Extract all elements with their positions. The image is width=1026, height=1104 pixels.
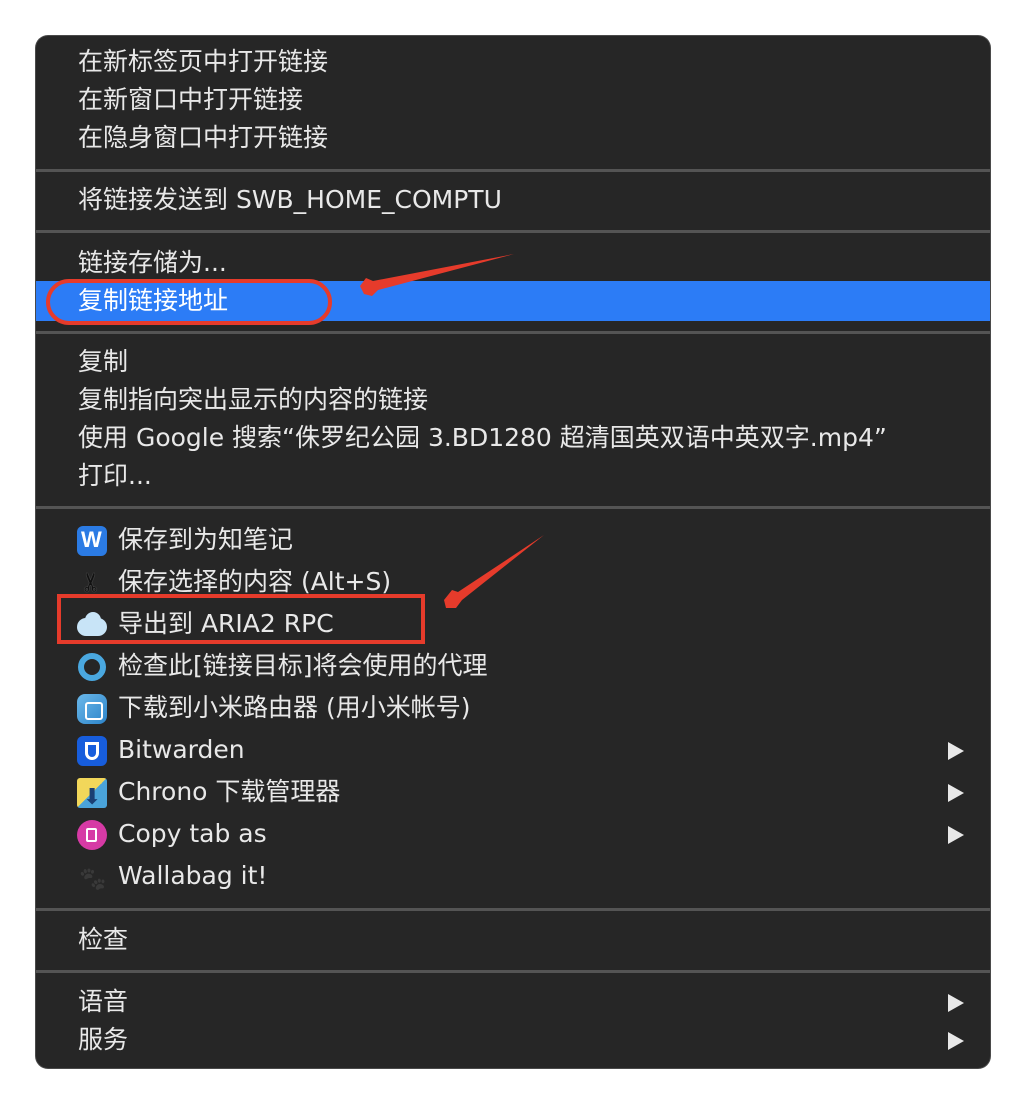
menu-separator [36,908,990,911]
menu-separator [36,506,990,509]
menu-item-label: 复制指向突出显示的内容的链接 [78,385,429,414]
bitwarden-shield-icon [77,736,107,766]
menu-item-bitwarden[interactable]: Bitwarden [36,730,990,770]
proxy-ring-icon [77,652,107,682]
context-menu: 在新标签页中打开链接 在新窗口中打开链接 在隐身窗口中打开链接 将链接发送到 S… [36,36,990,1068]
menu-item-label: 语音 [78,987,129,1016]
menu-item-save-link-as[interactable]: 链接存储为... [36,243,990,283]
menu-item-label: 在隐身窗口中打开链接 [78,123,329,152]
menu-item-label: 打印... [78,461,152,490]
menu-item-label: Bitwarden [118,735,245,764]
submenu-arrow-icon [948,994,964,1012]
menu-item-services[interactable]: 服务 [36,1020,990,1060]
menu-item-google-search[interactable]: 使用 Google 搜索“侏罗纪公园 3.BD1280 超清国英双语中英双字.m… [36,418,990,458]
copy-tab-icon [77,820,107,850]
chrono-download-icon [77,778,107,818]
menu-item-inspect[interactable]: 检查 [36,920,990,960]
wallabag-icon [77,862,107,892]
menu-item-speech[interactable]: 语音 [36,982,990,1022]
menu-item-open-in-new-window[interactable]: 在新窗口中打开链接 [36,80,990,120]
submenu-arrow-icon [948,1032,964,1050]
menu-item-label: 将链接发送到 SWB_HOME_COMPTU [78,185,502,214]
menu-item-label: 检查此[链接目标]将会使用的代理 [118,651,488,680]
menu-item-copy-tab-as[interactable]: Copy tab as [36,814,990,854]
menu-item-label: 在新窗口中打开链接 [78,85,304,114]
menu-item-label: Wallabag it! [118,861,268,890]
menu-item-label: Chrono 下载管理器 [118,777,341,806]
menu-item-open-in-new-tab[interactable]: 在新标签页中打开链接 [36,42,990,82]
menu-item-check-proxy[interactable]: 检查此[链接目标]将会使用的代理 [36,646,990,686]
menu-item-label: 保存到为知笔记 [118,525,294,554]
menu-item-label: Copy tab as [118,819,267,848]
menu-separator [36,970,990,973]
menu-item-wallabag[interactable]: Wallabag it! [36,856,990,896]
annotation-oval [46,279,332,325]
xiaomi-router-icon [77,694,107,724]
menu-item-label: 服务 [78,1025,129,1054]
menu-item-copy[interactable]: 复制 [36,342,990,382]
menu-item-label: 下载到小米路由器 (用小米帐号) [118,693,471,722]
menu-item-save-to-wiznote[interactable]: 保存到为知笔记 [36,520,990,560]
menu-item-label: 使用 Google 搜索“侏罗纪公园 3.BD1280 超清国英双语中英双字.m… [78,423,887,452]
menu-separator [36,169,990,172]
menu-item-chrono[interactable]: Chrono 下载管理器 [36,772,990,818]
menu-item-label: 保存选择的内容 (Alt+S) [118,567,392,596]
menu-item-label: 复制 [78,347,129,376]
menu-item-label: 在新标签页中打开链接 [78,47,329,76]
menu-separator [36,331,990,334]
submenu-arrow-icon [948,826,964,844]
menu-item-label: 链接存储为... [78,248,227,277]
submenu-arrow-icon [948,784,964,802]
menu-item-open-in-incognito[interactable]: 在隐身窗口中打开链接 [36,118,990,158]
submenu-arrow-icon [948,742,964,760]
menu-separator [36,230,990,233]
menu-item-label: 检查 [78,925,129,954]
menu-item-xiaomi-router[interactable]: 下载到小米路由器 (用小米帐号) [36,688,990,728]
wiznote-icon [77,520,107,560]
menu-item-copy-link-to-highlight[interactable]: 复制指向突出显示的内容的链接 [36,380,990,420]
annotation-rectangle [57,594,425,644]
menu-item-send-link-to-device[interactable]: 将链接发送到 SWB_HOME_COMPTU [36,180,990,220]
menu-item-print[interactable]: 打印... [36,456,990,496]
